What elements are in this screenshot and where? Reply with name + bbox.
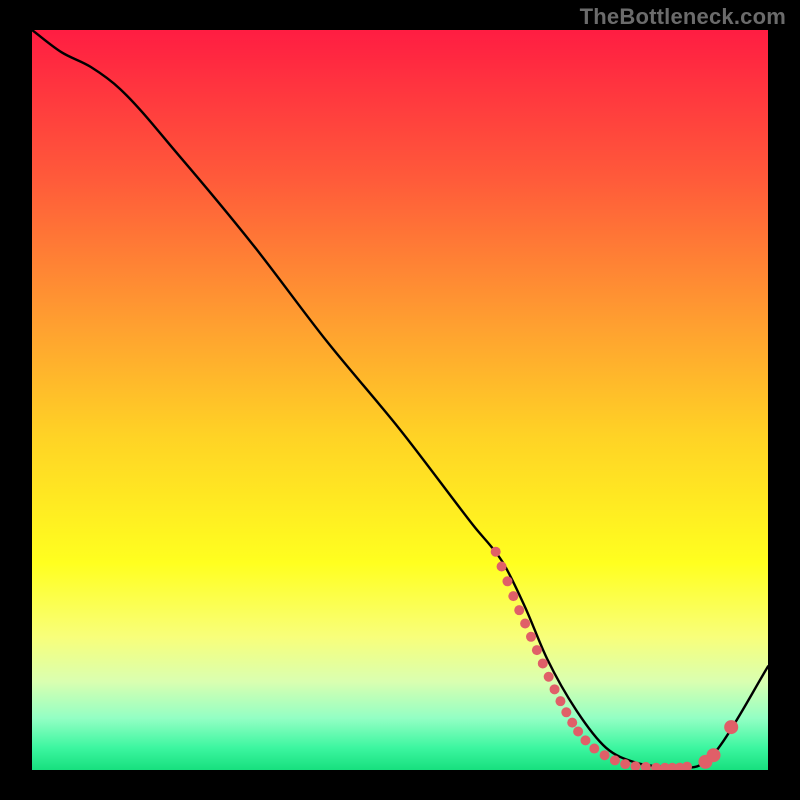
curve-marker <box>491 547 501 557</box>
curve-marker <box>651 763 661 773</box>
curve-marker <box>514 605 524 615</box>
curve-marker <box>707 748 721 762</box>
curve-marker <box>610 755 620 765</box>
curve-marker <box>573 727 583 737</box>
curve-marker <box>520 618 530 628</box>
curve-marker <box>620 759 630 769</box>
curve-marker <box>580 735 590 745</box>
curve-marker <box>526 632 536 642</box>
curve-marker <box>538 658 548 668</box>
curve-marker <box>497 562 507 572</box>
curve-marker <box>502 576 512 586</box>
curve-marker <box>682 762 692 772</box>
curve-marker <box>544 672 554 682</box>
plot-background <box>32 30 768 770</box>
curve-marker <box>631 761 641 771</box>
curve-marker <box>555 696 565 706</box>
curve-marker <box>561 707 571 717</box>
attribution-label: TheBottleneck.com <box>580 4 786 30</box>
curve-marker <box>567 718 577 728</box>
curve-marker <box>600 750 610 760</box>
curve-marker <box>532 645 542 655</box>
curve-marker <box>641 762 651 772</box>
curve-marker <box>508 591 518 601</box>
curve-marker <box>550 684 560 694</box>
bottleneck-chart <box>0 0 800 800</box>
curve-marker <box>724 720 738 734</box>
chart-stage: TheBottleneck.com <box>0 0 800 800</box>
curve-marker <box>589 744 599 754</box>
